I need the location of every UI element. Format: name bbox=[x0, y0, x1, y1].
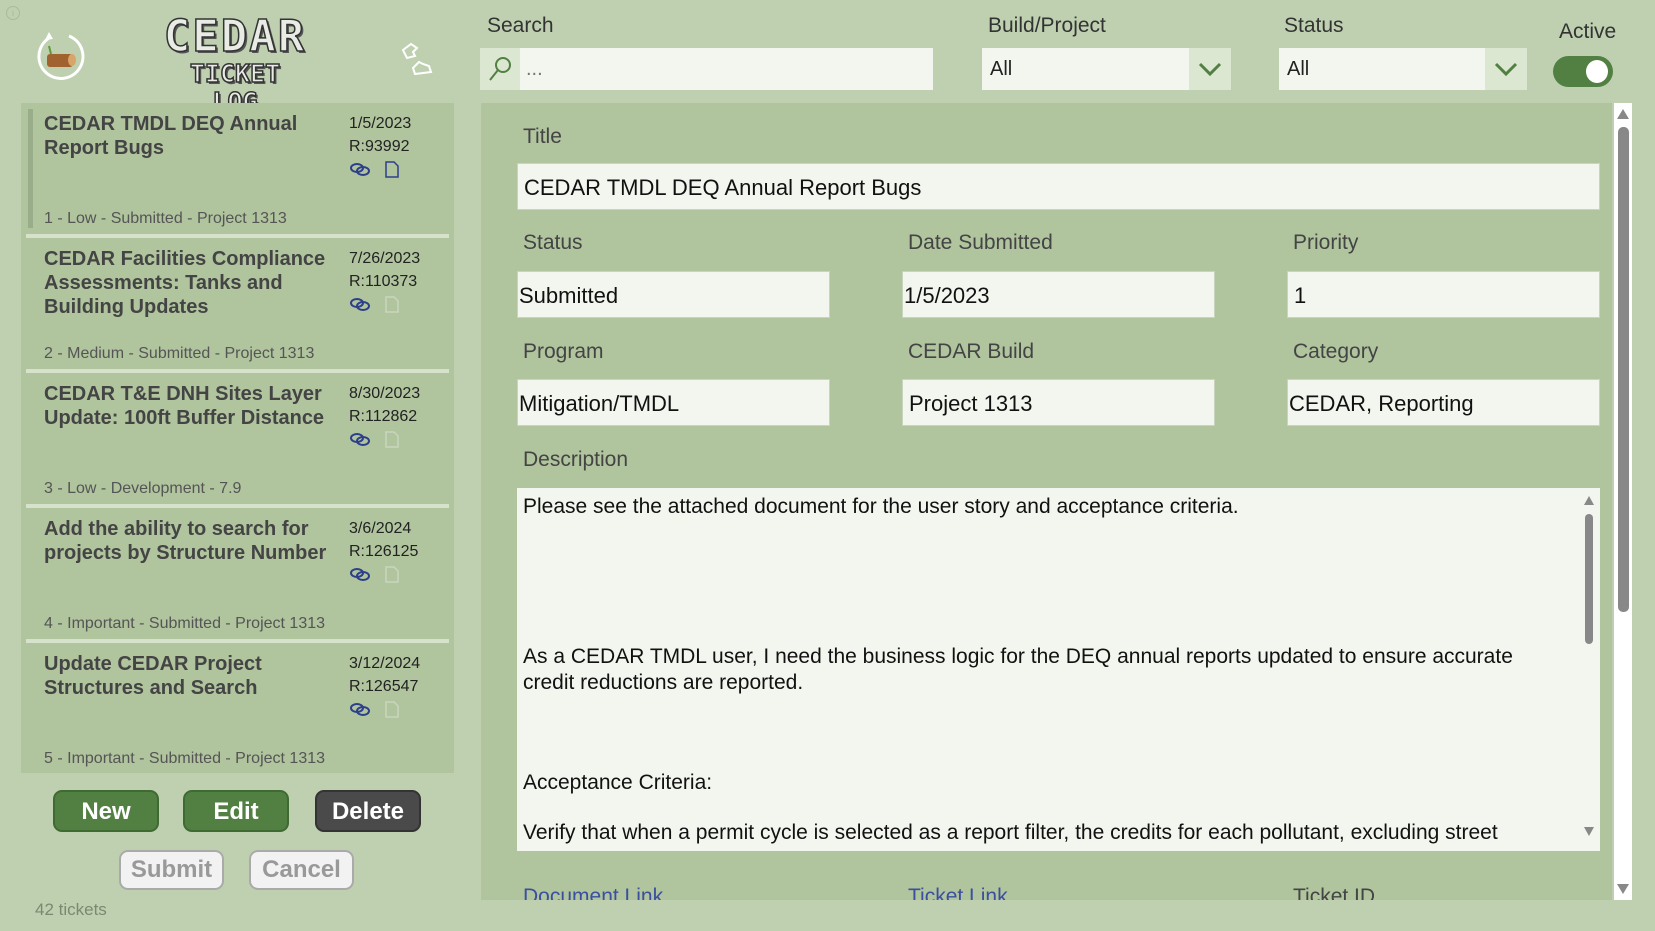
document-icon[interactable] bbox=[385, 701, 399, 723]
date-submitted-label: Date Submitted bbox=[908, 231, 1053, 254]
ticket-date: 3/6/2024 bbox=[349, 520, 412, 537]
ticket-meta: 2 - Medium - Submitted - Project 1313 bbox=[44, 345, 315, 362]
new-button[interactable]: New bbox=[53, 790, 159, 832]
description-label: Description bbox=[523, 448, 629, 471]
ticket-list[interactable]: CEDAR TMDL DEQ Annual Report Bugs 1/5/20… bbox=[21, 103, 454, 773]
chevron-down-icon bbox=[1485, 48, 1527, 90]
search-label: Search bbox=[487, 14, 554, 37]
status-filter-value: All bbox=[1287, 58, 1310, 80]
ticket-title: CEDAR TMDL DEQ Annual Report Bugs bbox=[44, 113, 298, 159]
ticket-count: 42 tickets bbox=[35, 900, 107, 919]
description-scrollbar[interactable] bbox=[1584, 496, 1594, 836]
cedar-build-label: CEDAR Build bbox=[908, 340, 1035, 363]
ticket-date: 3/12/2024 bbox=[349, 655, 421, 672]
ticket-detail-form: Title CEDAR TMDL DEQ Annual Report Bugs … bbox=[481, 103, 1612, 900]
refresh-icon[interactable] bbox=[35, 30, 87, 89]
edit-button[interactable]: Edit bbox=[183, 790, 289, 832]
status-field[interactable]: Submitted bbox=[517, 271, 830, 318]
ticket-ref: R:112862 bbox=[349, 408, 418, 425]
delete-button[interactable]: Delete bbox=[315, 790, 421, 832]
category-label: Category bbox=[1293, 340, 1379, 363]
description-line: Verify that when a permit cycle is selec… bbox=[523, 821, 1498, 844]
link-icon[interactable] bbox=[349, 296, 371, 318]
active-toggle[interactable] bbox=[1553, 56, 1613, 87]
ticket-title: Add the ability to search for projects b… bbox=[44, 518, 327, 564]
ticket-date: 8/30/2023 bbox=[349, 385, 421, 402]
link-icon[interactable] bbox=[349, 161, 371, 183]
search-box[interactable] bbox=[480, 48, 933, 90]
document-icon[interactable] bbox=[385, 161, 399, 183]
cancel-button[interactable]: Cancel bbox=[249, 850, 354, 890]
link-icon[interactable] bbox=[349, 431, 371, 453]
search-icon bbox=[480, 48, 520, 90]
ticket-date: 1/5/2023 bbox=[349, 115, 412, 132]
document-icon[interactable] bbox=[385, 431, 399, 453]
info-icon[interactable]: i bbox=[6, 6, 20, 20]
swap-icon[interactable] bbox=[401, 42, 433, 81]
priority-field[interactable]: 1 bbox=[1287, 271, 1600, 318]
cedar-build-field[interactable]: Project 1313 bbox=[902, 379, 1215, 426]
ticket-list-item[interactable]: CEDAR Facilities Compliance Assessments:… bbox=[26, 238, 449, 373]
description-line: As a CEDAR TMDL user, I need the busines… bbox=[523, 645, 1513, 694]
title-field[interactable]: CEDAR TMDL DEQ Annual Report Bugs bbox=[517, 163, 1600, 210]
document-link[interactable]: Document Link bbox=[523, 885, 663, 900]
ticket-meta: 1 - Low - Submitted - Project 1313 bbox=[44, 210, 287, 227]
ticket-ref: R:93992 bbox=[349, 138, 410, 155]
ticket-meta: 3 - Low - Development - 7.9 bbox=[44, 480, 242, 497]
document-icon[interactable] bbox=[385, 296, 399, 318]
category-field[interactable]: CEDAR, Reporting bbox=[1287, 379, 1600, 426]
active-label: Active bbox=[1559, 20, 1617, 43]
ticket-ref: R:126547 bbox=[349, 678, 419, 695]
title-label: Title bbox=[523, 125, 562, 148]
build-filter-label: Build/Project bbox=[988, 14, 1106, 37]
ticket-title: Update CEDAR Project Structures and Sear… bbox=[44, 653, 262, 699]
ticket-id-label: Ticket ID bbox=[1293, 885, 1376, 900]
submit-button[interactable]: Submit bbox=[119, 850, 224, 890]
ticket-link[interactable]: Ticket Link bbox=[908, 885, 1008, 900]
ticket-title: CEDAR T&E DNH Sites Layer Update: 100ft … bbox=[44, 383, 325, 429]
description-line: Please see the attached document for the… bbox=[523, 495, 1239, 518]
form-scrollbar[interactable] bbox=[1614, 103, 1632, 900]
description-line: Acceptance Criteria: bbox=[523, 771, 713, 794]
app-logo: CEDAR TICKET LOG bbox=[163, 11, 307, 117]
status-filter-label: Status bbox=[1284, 14, 1344, 37]
ticket-ref: R:126125 bbox=[349, 543, 419, 560]
status-label: Status bbox=[523, 231, 583, 254]
ticket-meta: 4 - Important - Submitted - Project 1313 bbox=[44, 615, 326, 632]
ticket-list-item[interactable]: Add the ability to search for projects b… bbox=[26, 508, 449, 643]
ticket-list-item[interactable]: CEDAR T&E DNH Sites Layer Update: 100ft … bbox=[26, 373, 449, 508]
ticket-list-item[interactable]: Update CEDAR Project Structures and Sear… bbox=[26, 643, 449, 773]
link-icon[interactable] bbox=[349, 701, 371, 723]
priority-label: Priority bbox=[1293, 231, 1359, 254]
chevron-down-icon bbox=[1189, 48, 1231, 90]
ticket-ref: R:110373 bbox=[349, 273, 418, 290]
ticket-title: CEDAR Facilities Compliance Assessments:… bbox=[44, 248, 326, 318]
build-filter-value: All bbox=[990, 58, 1013, 80]
ticket-meta: 5 - Important - Submitted - Project 1313 bbox=[44, 750, 326, 767]
ticket-list-item[interactable]: CEDAR TMDL DEQ Annual Report Bugs 1/5/20… bbox=[26, 103, 449, 238]
description-field[interactable]: Please see the attached document for the… bbox=[517, 488, 1600, 851]
status-filter-dropdown[interactable]: All bbox=[1279, 48, 1527, 90]
build-filter-dropdown[interactable]: All bbox=[982, 48, 1231, 90]
ticket-date: 7/26/2023 bbox=[349, 250, 421, 267]
search-input[interactable] bbox=[520, 48, 933, 90]
date-submitted-field[interactable]: 1/5/2023 bbox=[902, 271, 1215, 318]
program-label: Program bbox=[523, 340, 604, 363]
document-icon[interactable] bbox=[385, 566, 399, 588]
link-icon[interactable] bbox=[349, 566, 371, 588]
program-field[interactable]: Mitigation/TMDL bbox=[517, 379, 830, 426]
